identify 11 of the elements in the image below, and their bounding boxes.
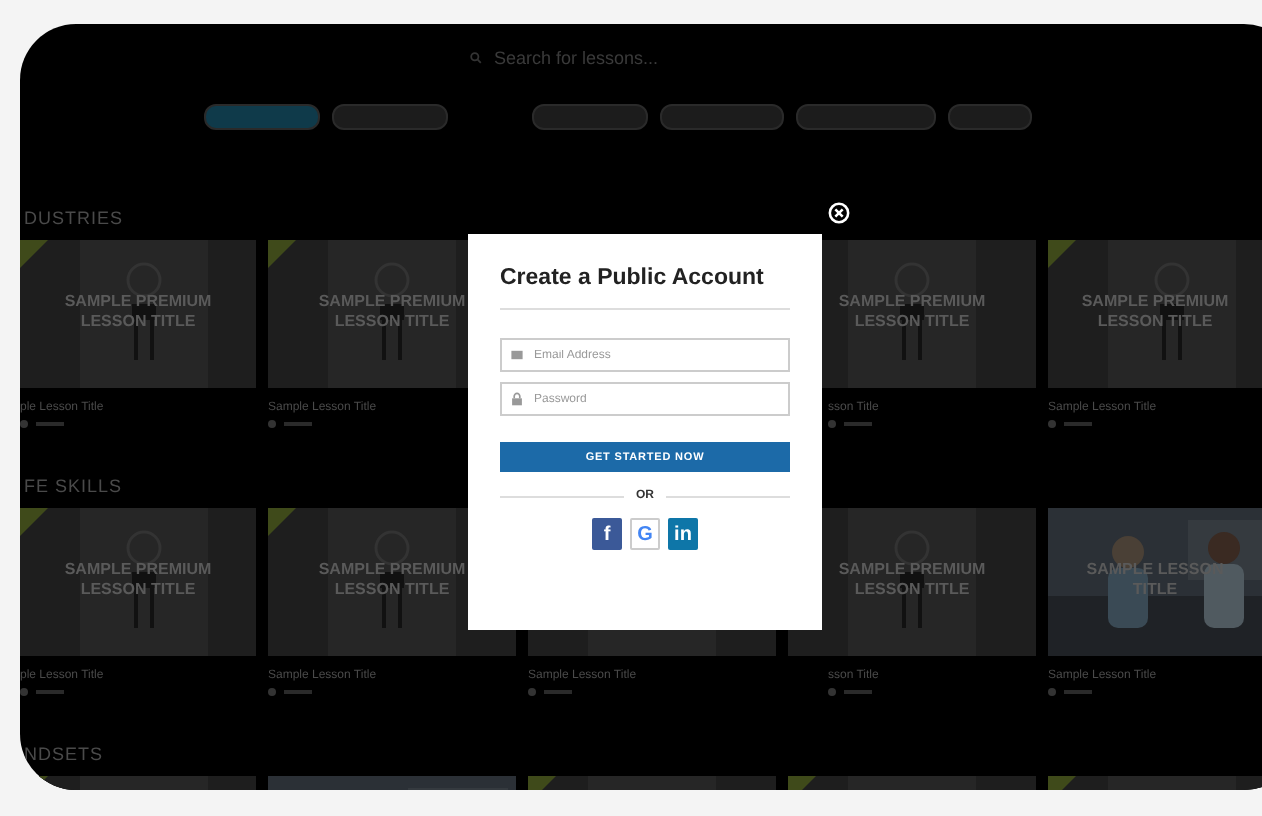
social-login-button[interactable]: f	[592, 518, 622, 550]
thumbnail-title: SAMPLE PREMIUM LESSON TITLE	[62, 292, 214, 332]
thumbnail-title: SAMPLE PREMIUM LESSON TITLE	[1079, 292, 1231, 332]
section-heading: NDSETS	[22, 744, 104, 768]
social-login-button[interactable]: G	[630, 518, 660, 550]
section-heading: DUSTRIES	[22, 208, 124, 232]
dialog-title: Create a Public Account	[500, 266, 766, 290]
section-heading: FE SKILLS	[22, 476, 123, 500]
thumbnail-title: SAMPLE PREMIUM LESSON TITLE	[62, 560, 214, 600]
search-field[interactable]: Search for lessons...	[494, 48, 734, 68]
social-login-button[interactable]: in	[668, 518, 698, 550]
